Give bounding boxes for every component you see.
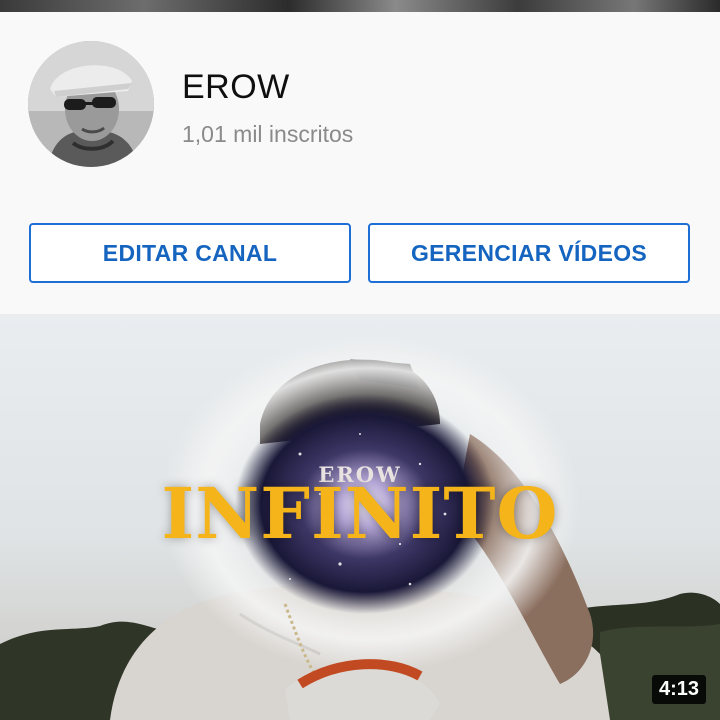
video-thumbnail[interactable]: EROW INFINITO 4:13 (0, 314, 720, 720)
thumbnail-title-text: INFINITO (161, 472, 559, 555)
subscriber-count: 1,01 mil inscritos (182, 121, 354, 147)
channel-banner (0, 0, 720, 12)
channel-avatar[interactable] (28, 41, 154, 167)
video-duration-badge: 4:13 (651, 675, 706, 704)
manage-videos-button[interactable]: GERENCIAR VÍDEOS (368, 223, 690, 283)
edit-channel-button[interactable]: EDITAR CANAL (29, 223, 351, 283)
channel-header: EROW 1,01 mil inscritos EDITAR CANAL GER… (0, 12, 720, 314)
channel-name: EROW (182, 68, 290, 106)
